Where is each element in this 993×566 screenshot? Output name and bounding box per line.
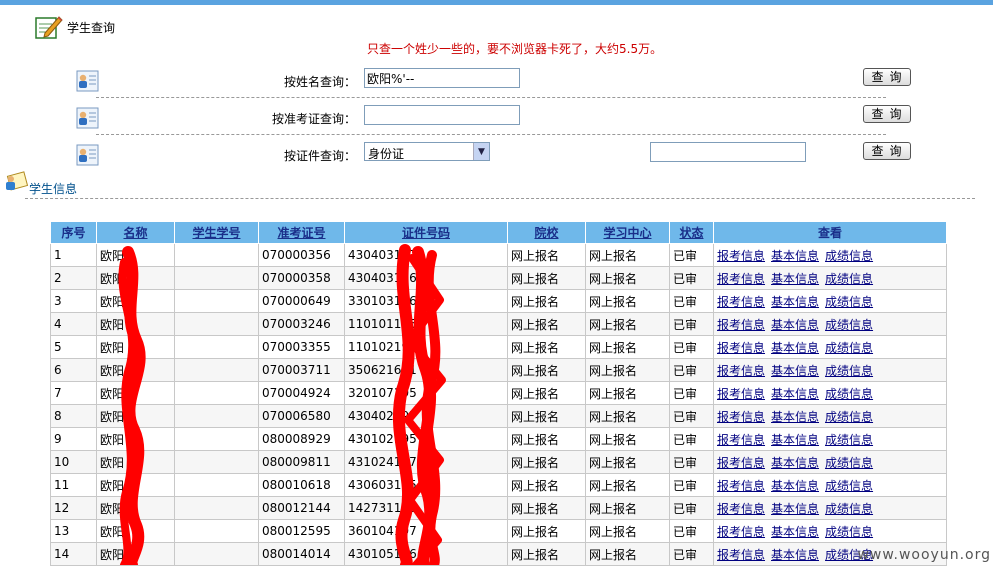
watermark: www.wooyun.org: [857, 547, 991, 563]
redaction-scribble: [392, 244, 415, 565]
redaction-overlay: [118, 244, 446, 565]
